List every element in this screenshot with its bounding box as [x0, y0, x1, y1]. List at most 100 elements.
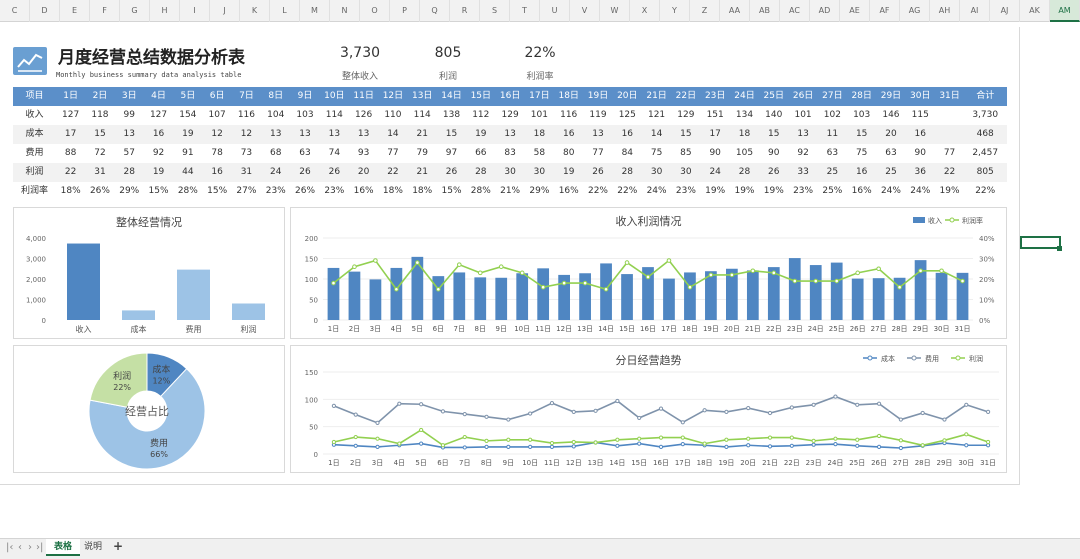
- table-cell[interactable]: 19%: [701, 182, 730, 201]
- table-cell[interactable]: 15: [671, 125, 700, 144]
- table-cell[interactable]: 7日: [232, 87, 261, 106]
- table-cell[interactable]: 103: [847, 106, 876, 125]
- table-cell[interactable]: 3日: [115, 87, 144, 106]
- table-cell[interactable]: 26: [437, 163, 466, 182]
- table-cell[interactable]: 21日: [642, 87, 671, 106]
- table-cell[interactable]: 25日: [759, 87, 788, 106]
- table-cell[interactable]: 26: [290, 163, 319, 182]
- table-cell[interactable]: 138: [437, 106, 466, 125]
- table-cell[interactable]: 112: [466, 106, 495, 125]
- column-header-q[interactable]: Q: [420, 0, 450, 22]
- table-cell[interactable]: 16%: [554, 182, 583, 201]
- table-cell[interactable]: 15: [759, 125, 788, 144]
- next-sheet-icon[interactable]: ›: [28, 542, 32, 553]
- table-cell[interactable]: 13: [115, 125, 144, 144]
- table-cell[interactable]: 29日: [876, 87, 905, 106]
- column-header-ak[interactable]: AK: [1020, 0, 1050, 22]
- table-cell[interactable]: 11日: [349, 87, 378, 106]
- table-cell[interactable]: 18: [730, 125, 759, 144]
- table-cell[interactable]: 77: [935, 144, 964, 163]
- table-cell[interactable]: 13: [349, 125, 378, 144]
- table-cell[interactable]: 151: [701, 106, 730, 125]
- table-cell[interactable]: 13日: [408, 87, 437, 106]
- table-cell[interactable]: 23日: [701, 87, 730, 106]
- table-cell[interactable]: 15: [437, 125, 466, 144]
- table-total-cell[interactable]: 22%: [964, 182, 1006, 201]
- column-header-ac[interactable]: AC: [780, 0, 810, 22]
- table-cell[interactable]: 77: [583, 144, 612, 163]
- column-header-ah[interactable]: AH: [930, 0, 960, 22]
- column-header-z[interactable]: Z: [690, 0, 720, 22]
- table-cell[interactable]: 15%: [437, 182, 466, 201]
- table-cell[interactable]: 26日: [788, 87, 817, 106]
- column-header-m[interactable]: M: [300, 0, 330, 22]
- table-cell[interactable]: 26%: [85, 182, 114, 201]
- table-cell[interactable]: 24日: [730, 87, 759, 106]
- table-cell[interactable]: 121: [642, 106, 671, 125]
- table-cell[interactable]: 12日: [378, 87, 407, 106]
- column-header-aa[interactable]: AA: [720, 0, 750, 22]
- table-cell[interactable]: 23%: [320, 182, 349, 201]
- column-header-s[interactable]: S: [480, 0, 510, 22]
- table-cell[interactable]: 97: [437, 144, 466, 163]
- table-cell[interactable]: 5日: [173, 87, 202, 106]
- table-cell[interactable]: 154: [173, 106, 202, 125]
- table-cell[interactable]: 15: [85, 125, 114, 144]
- table-cell[interactable]: 19: [144, 163, 173, 182]
- table-cell[interactable]: 22: [378, 163, 407, 182]
- table-cell[interactable]: 92: [788, 144, 817, 163]
- add-sheet-button[interactable]: +: [113, 539, 123, 553]
- table-cell[interactable]: 14: [642, 125, 671, 144]
- table-cell[interactable]: 116: [554, 106, 583, 125]
- table-cell[interactable]: 119: [583, 106, 612, 125]
- table-cell[interactable]: 13: [261, 125, 290, 144]
- table-cell[interactable]: 30: [642, 163, 671, 182]
- column-header-x[interactable]: X: [630, 0, 660, 22]
- table-cell[interactable]: 24: [701, 163, 730, 182]
- table-cell[interactable]: 78: [202, 144, 231, 163]
- table-cell[interactable]: 19: [554, 163, 583, 182]
- table-cell[interactable]: 13: [495, 125, 524, 144]
- table-cell[interactable]: 15日: [466, 87, 495, 106]
- table-cell[interactable]: 110: [378, 106, 407, 125]
- column-header-h[interactable]: H: [150, 0, 180, 22]
- table-cell[interactable]: 127: [56, 106, 85, 125]
- prev-sheet-icon[interactable]: ‹: [18, 542, 22, 553]
- table-row-label[interactable]: 利润率: [13, 182, 56, 201]
- column-header-am[interactable]: AM: [1050, 0, 1080, 22]
- column-header-v[interactable]: V: [570, 0, 600, 22]
- column-header-af[interactable]: AF: [870, 0, 900, 22]
- table-cell[interactable]: 74: [320, 144, 349, 163]
- column-header-w[interactable]: W: [600, 0, 630, 22]
- table-row-label[interactable]: 利润: [13, 163, 56, 182]
- table-row-label[interactable]: 收入: [13, 106, 56, 125]
- table-cell[interactable]: 28: [115, 163, 144, 182]
- table-cell[interactable]: 18: [525, 125, 554, 144]
- table-cell[interactable]: 31: [232, 163, 261, 182]
- table-cell[interactable]: 27日: [818, 87, 847, 106]
- share-chart-panel[interactable]: 成本 12% 费用 66% 利润 22% 经营占比: [13, 345, 285, 473]
- table-cell[interactable]: 30: [525, 163, 554, 182]
- table-cell[interactable]: 19%: [935, 182, 964, 201]
- table-cell[interactable]: 8日: [261, 87, 290, 106]
- table-cell[interactable]: 23%: [261, 182, 290, 201]
- table-cell[interactable]: 114: [408, 106, 437, 125]
- table-cell[interactable]: 23%: [671, 182, 700, 201]
- table-cell[interactable]: 27%: [232, 182, 261, 201]
- table-cell[interactable]: 75: [847, 144, 876, 163]
- revenue-margin-chart-panel[interactable]: 收入利润情况 0 50 100 150 200 0% 10% 20% 30% 40% 1日 2日 3日 4…: [290, 207, 1007, 339]
- table-total-cell[interactable]: 805: [964, 163, 1006, 182]
- column-header-y[interactable]: Y: [660, 0, 690, 22]
- table-cell[interactable]: 17: [56, 125, 85, 144]
- table-cell[interactable]: 26%: [290, 182, 319, 201]
- column-header-ai[interactable]: AI: [960, 0, 990, 22]
- overall-chart-panel[interactable]: 整体经营情况 0 1,000 2,000 3,000 4,000 收入 成本 费用 利润: [13, 207, 285, 339]
- sheet-tab-notes[interactable]: 说明: [76, 539, 110, 556]
- table-cell[interactable]: 16: [613, 125, 642, 144]
- table-cell[interactable]: 16日: [495, 87, 524, 106]
- table-cell[interactable]: 93: [349, 144, 378, 163]
- table-cell[interactable]: 18%: [378, 182, 407, 201]
- column-header-ag[interactable]: AG: [900, 0, 930, 22]
- column-header-j[interactable]: J: [210, 0, 240, 22]
- table-cell[interactable]: 68: [261, 144, 290, 163]
